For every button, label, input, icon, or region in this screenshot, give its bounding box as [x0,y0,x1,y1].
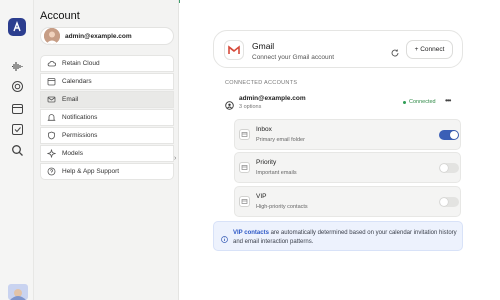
option-description: Important emails [256,170,297,176]
toggle-knob [440,164,448,172]
shield-icon [47,131,56,140]
account-email: admin@example.com [239,95,306,102]
connected-accounts-heading: CONNECTED ACCOUNTS [225,80,298,86]
option-description: Primary email folder [256,137,305,143]
bell-icon [47,113,56,122]
connection-status-badge: Connected [403,99,436,105]
menu-item-models[interactable]: Models [40,145,174,162]
option-description: High-priority contacts [256,204,308,210]
rail-avatar[interactable] [8,284,28,300]
account-user-icon [225,97,234,110]
inbox-toggle[interactable] [439,130,459,140]
settings-panel: Account admin@example.com Retain Cloud C… [34,0,179,300]
menu-item-label: Calendars [62,78,92,85]
info-banner: VIP contacts are automatically determine… [213,221,463,251]
folder-icon [239,162,250,173]
gmail-card: Gmail Connect your Gmail account + Conne… [213,30,463,68]
option-name: Inbox [256,126,272,133]
folder-icon [239,196,250,207]
calendar-icon[interactable] [9,100,25,116]
menu-item-label: Help & App Support [62,168,120,175]
gmail-subtitle: Connect your Gmail account [252,54,335,61]
option-inbox: Inbox Primary email folder [234,119,461,150]
menu-item-label: Models [62,150,83,157]
status-dot [403,100,406,104]
menu-item-email[interactable]: Email [40,91,174,108]
panel-resize-handle[interactable]: › [174,155,176,162]
settings-menu: Retain Cloud Calendars Email Notificatio… [40,55,174,181]
gmail-title: Gmail [252,41,275,51]
option-name: Priority [256,159,277,166]
toggle-knob [450,131,458,139]
priority-toggle[interactable] [439,163,459,173]
menu-item-retain-cloud[interactable]: Retain Cloud [40,55,174,72]
account-options-count: 3 options [239,104,262,110]
status-label: Connected [409,99,436,105]
user-avatar [44,28,60,44]
gmail-logo-icon [224,40,244,60]
main-content: Gmail Connect your Gmail account + Conne… [180,0,500,300]
search-icon[interactable] [9,142,25,158]
menu-item-calendars[interactable]: Calendars [40,73,174,90]
help-icon [47,167,56,176]
menu-item-label: Permissions [62,132,98,139]
user-card[interactable]: admin@example.com [40,27,174,45]
info-text: VIP contacts are automatically determine… [233,229,461,247]
vip-toggle[interactable] [439,197,459,207]
panel-title: Account [40,10,80,22]
connected-account: admin@example.com 3 options Connected ••… [225,95,465,115]
info-highlight: VIP contacts [233,230,269,236]
option-name: VIP [256,193,267,200]
folder-icon [239,129,250,140]
calendar-icon [47,77,56,86]
option-vip: VIP High-priority contacts [234,186,461,217]
target-icon[interactable] [9,78,25,94]
menu-item-help[interactable]: Help & App Support [40,163,174,180]
refresh-icon[interactable] [390,45,400,57]
waveform-icon[interactable] [9,58,25,74]
cloud-icon [47,59,56,68]
checkbox-icon[interactable] [9,121,25,137]
menu-item-notifications[interactable]: Notifications [40,109,174,126]
icon-rail [0,0,34,300]
mail-icon [47,95,56,104]
sparkle-icon [47,149,56,158]
toggle-knob [440,198,448,206]
more-options-button[interactable]: ••• [445,96,451,105]
user-email: admin@example.com [65,32,132,40]
option-priority: Priority Important emails [234,152,461,183]
menu-item-label: Email [62,96,79,103]
menu-item-label: Retain Cloud [62,60,100,67]
menu-item-label: Notifications [62,114,98,121]
app-logo-icon[interactable] [8,18,26,36]
connect-button[interactable]: + Connect [406,40,453,59]
menu-item-permissions[interactable]: Permissions [40,127,174,144]
app-root: Account admin@example.com Retain Cloud C… [0,0,500,300]
info-icon [221,230,228,243]
